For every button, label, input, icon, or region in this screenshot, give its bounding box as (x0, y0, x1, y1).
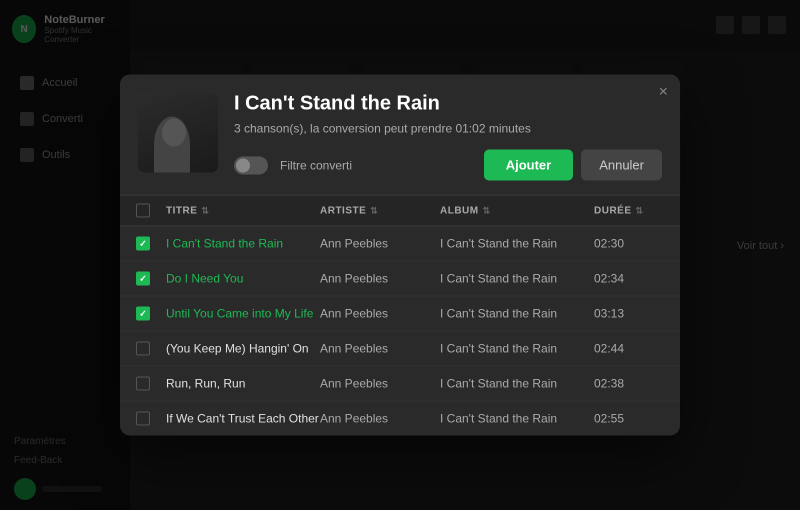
modal-action-buttons: Ajouter Annuler (484, 150, 662, 181)
cell-album-0: I Can't Stand the Rain (440, 237, 594, 251)
filter-label: Filtre converti (280, 158, 352, 172)
cell-title-3: (You Keep Me) Hangin' On (166, 342, 320, 356)
col-titre: TITRE ⇅ (166, 205, 320, 216)
modal-header: I Can't Stand the Rain 3 chanson(s), la … (120, 75, 680, 195)
select-all-checkbox[interactable] (136, 204, 150, 218)
cell-artist-4: Ann Peebles (320, 377, 440, 391)
table-row: (You Keep Me) Hangin' On Ann Peebles I C… (120, 332, 680, 367)
row-checkbox-1[interactable] (136, 272, 150, 286)
modal-subtitle: 3 chanson(s), la conversion peut prendre… (234, 122, 662, 136)
modal-controls: Filtre converti Ajouter Annuler (234, 150, 662, 181)
cell-artist-2: Ann Peebles (320, 307, 440, 321)
cell-duration-1: 02:34 (594, 272, 664, 286)
cell-title-0: I Can't Stand the Rain (166, 237, 320, 251)
titre-sort-icon[interactable]: ⇅ (201, 205, 209, 216)
row-checkbox-4[interactable] (136, 377, 150, 391)
album-art (138, 93, 218, 173)
cell-artist-1: Ann Peebles (320, 272, 440, 286)
col-check (136, 204, 166, 218)
cell-artist-0: Ann Peebles (320, 237, 440, 251)
cell-duration-3: 02:44 (594, 342, 664, 356)
cell-album-3: I Can't Stand the Rain (440, 342, 594, 356)
cell-duration-0: 02:30 (594, 237, 664, 251)
cell-artist-3: Ann Peebles (320, 342, 440, 356)
album-art-silhouette (138, 93, 218, 173)
cell-artist-5: Ann Peebles (320, 412, 440, 426)
cell-album-5: I Can't Stand the Rain (440, 412, 594, 426)
row-checkbox-2[interactable] (136, 307, 150, 321)
row-checkbox-5[interactable] (136, 412, 150, 426)
filter-toggle[interactable] (234, 156, 268, 174)
track-table: TITRE ⇅ ARTISTE ⇅ ALBUM ⇅ DURÉE ⇅ (120, 195, 680, 436)
row-checkbox-0[interactable] (136, 237, 150, 251)
cell-album-2: I Can't Stand the Rain (440, 307, 594, 321)
table-row: Run, Run, Run Ann Peebles I Can't Stand … (120, 367, 680, 402)
cell-title-5: If We Can't Trust Each Other (166, 412, 320, 426)
cell-title-2: Until You Came into My Life (166, 307, 320, 321)
table-body: I Can't Stand the Rain Ann Peebles I Can… (120, 227, 680, 436)
table-row: If We Can't Trust Each Other Ann Peebles… (120, 402, 680, 436)
row-checkbox-3[interactable] (136, 342, 150, 356)
close-modal-button[interactable]: × (659, 85, 668, 101)
cell-duration-2: 03:13 (594, 307, 664, 321)
cell-title-4: Run, Run, Run (166, 377, 320, 391)
col-duree: DURÉE ⇅ (594, 205, 664, 216)
cell-album-1: I Can't Stand the Rain (440, 272, 594, 286)
cell-album-4: I Can't Stand the Rain (440, 377, 594, 391)
duree-sort-icon[interactable]: ⇅ (636, 205, 644, 216)
table-header: TITRE ⇅ ARTISTE ⇅ ALBUM ⇅ DURÉE ⇅ (120, 195, 680, 227)
col-artiste: ARTISTE ⇅ (320, 205, 440, 216)
col-album: ALBUM ⇅ (440, 205, 594, 216)
modal-title: I Can't Stand the Rain (234, 93, 662, 116)
add-button[interactable]: Ajouter (484, 150, 574, 181)
artiste-sort-icon[interactable]: ⇅ (370, 205, 378, 216)
cell-duration-4: 02:38 (594, 377, 664, 391)
table-row: I Can't Stand the Rain Ann Peebles I Can… (120, 227, 680, 262)
table-row: Do I Need You Ann Peebles I Can't Stand … (120, 262, 680, 297)
album-sort-icon[interactable]: ⇅ (483, 205, 491, 216)
cell-duration-5: 02:55 (594, 412, 664, 426)
modal-dialog: I Can't Stand the Rain 3 chanson(s), la … (120, 75, 680, 436)
modal-header-info: I Can't Stand the Rain 3 chanson(s), la … (234, 93, 662, 181)
table-row: Until You Came into My Life Ann Peebles … (120, 297, 680, 332)
cell-title-1: Do I Need You (166, 272, 320, 286)
app-background: N NoteBurner Spotify Music Converter Acc… (0, 0, 800, 510)
cancel-button[interactable]: Annuler (581, 150, 662, 181)
